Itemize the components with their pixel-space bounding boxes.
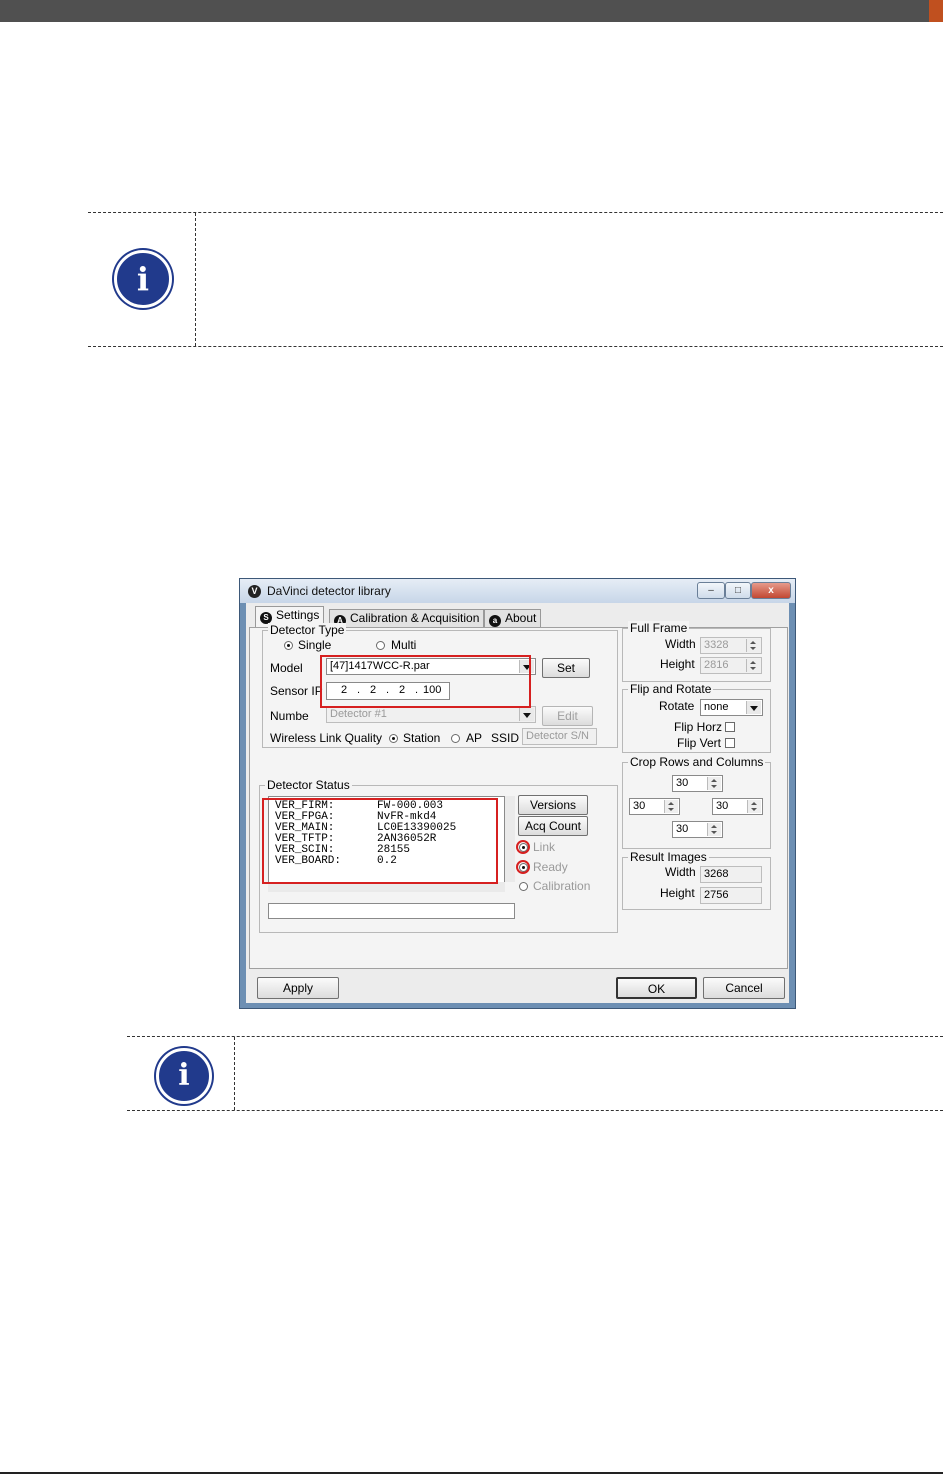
flip-vert-checkbox[interactable] bbox=[725, 738, 735, 748]
dropdown-arrow-icon bbox=[519, 708, 534, 721]
page-header-bar bbox=[0, 0, 943, 22]
result-width-input: 3268 bbox=[700, 866, 762, 883]
tab-about[interactable]: a About bbox=[484, 609, 542, 627]
wireless-link-quality-label: Wireless Link Quality bbox=[270, 731, 383, 745]
info-icon: i bbox=[114, 250, 172, 308]
tab-label: Calibration & Acquisition bbox=[350, 611, 480, 625]
crop-right-input[interactable]: 30 bbox=[712, 798, 763, 815]
spinner-icon bbox=[707, 823, 721, 836]
page-footer-line bbox=[0, 1472, 943, 1474]
app-logo-icon: V bbox=[248, 585, 261, 598]
multi-label: Multi bbox=[391, 638, 417, 652]
flip-rotate-group: Flip and Rotate Rotate none Flip Horz Fl… bbox=[622, 682, 771, 753]
tab-label: Settings bbox=[276, 608, 320, 622]
info-icon: i bbox=[156, 1048, 212, 1104]
detector-status-group: Detector Status VER_FIRM: FW-000.003 VER_… bbox=[259, 778, 618, 933]
highlight-box-model-ip bbox=[320, 655, 531, 708]
result-height-label: Height bbox=[660, 886, 695, 900]
number-dropdown[interactable]: Detector #1 bbox=[326, 706, 536, 723]
title-bar: V DaVinci detector library – □ x bbox=[240, 579, 795, 603]
spinner-icon bbox=[707, 777, 721, 790]
calibration-indicator bbox=[519, 882, 528, 891]
maximize-button[interactable]: □ bbox=[725, 582, 751, 599]
crop-top-input[interactable]: 30 bbox=[672, 775, 723, 792]
link-label: Link bbox=[533, 840, 556, 854]
group-title: Full Frame bbox=[628, 621, 690, 635]
station-label: Station bbox=[403, 731, 441, 745]
note-box-top: i bbox=[88, 212, 943, 347]
group-title: Flip and Rotate bbox=[628, 682, 714, 696]
spinner-icon bbox=[747, 800, 761, 813]
settings-panel: Detector Type Single Multi Model [47]141… bbox=[249, 621, 788, 969]
result-width-label: Width bbox=[665, 865, 696, 879]
minimize-button[interactable]: – bbox=[697, 582, 725, 599]
station-radio[interactable] bbox=[389, 734, 398, 743]
set-button[interactable]: Set bbox=[542, 658, 590, 678]
number-value: Detector #1 bbox=[330, 708, 387, 720]
edit-button[interactable]: Edit bbox=[542, 706, 593, 726]
header-accent bbox=[929, 0, 943, 22]
ok-button[interactable]: OK bbox=[616, 977, 697, 999]
crop-bottom-input[interactable]: 30 bbox=[672, 821, 723, 838]
spinner-icon bbox=[664, 800, 678, 813]
versions-button[interactable]: Versions bbox=[518, 795, 588, 815]
ap-label: AP bbox=[466, 731, 483, 745]
apply-button[interactable]: Apply bbox=[257, 977, 339, 999]
acq-count-button[interactable]: Acq Count bbox=[518, 816, 588, 836]
number-label: Numbe bbox=[270, 709, 309, 723]
note-box-bottom: i bbox=[127, 1036, 943, 1111]
multi-radio[interactable] bbox=[376, 641, 385, 650]
group-title: Result Images bbox=[628, 850, 709, 864]
ready-label: Ready bbox=[533, 860, 568, 874]
highlight-box-status bbox=[262, 798, 498, 884]
about-tab-icon: a bbox=[489, 615, 501, 627]
rotate-dropdown[interactable]: none bbox=[700, 699, 763, 716]
group-title: Detector Status bbox=[265, 778, 352, 792]
note-divider bbox=[234, 1037, 235, 1110]
sensor-ip-label: Sensor IP bbox=[270, 684, 323, 698]
result-height-input: 2756 bbox=[700, 887, 762, 904]
progress-bar bbox=[268, 903, 515, 919]
full-frame-width-input[interactable]: 3328 bbox=[700, 637, 762, 654]
group-title: Crop Rows and Columns bbox=[628, 755, 766, 769]
crop-group: Crop Rows and Columns 30 30 30 30 bbox=[622, 755, 771, 849]
window-title: DaVinci detector library bbox=[267, 584, 391, 598]
full-frame-group: Full Frame Width 3328 Height 2816 bbox=[622, 621, 771, 682]
flip-horz-checkbox[interactable] bbox=[725, 722, 735, 732]
single-label: Single bbox=[298, 638, 332, 652]
tab-label: About bbox=[505, 611, 537, 625]
calibration-label: Calibration bbox=[533, 879, 591, 893]
vertical-scrollbar[interactable] bbox=[505, 796, 515, 882]
full-frame-height-label: Height bbox=[660, 657, 695, 671]
ap-radio[interactable] bbox=[451, 734, 460, 743]
detector-type-group: Detector Type Single Multi Model [47]141… bbox=[262, 623, 618, 748]
note-divider bbox=[195, 213, 196, 346]
crop-left-input[interactable]: 30 bbox=[629, 798, 680, 815]
group-title: Detector Type bbox=[268, 623, 347, 637]
cancel-button[interactable]: Cancel bbox=[703, 977, 785, 999]
highlight-circle-link bbox=[516, 840, 530, 854]
highlight-circle-ready bbox=[516, 860, 530, 874]
davinci-dialog-window: V DaVinci detector library – □ x S Settin… bbox=[239, 578, 796, 1009]
dropdown-arrow-icon bbox=[746, 701, 761, 714]
tab-calibration-acquisition[interactable]: A Calibration & Acquisition bbox=[329, 609, 485, 627]
flip-horz-label: Flip Horz bbox=[674, 720, 723, 734]
dialog-client-area: S Settings A Calibration & Acquisition a Ab… bbox=[246, 603, 789, 1003]
ssid-input[interactable]: Detector S/N bbox=[522, 728, 597, 745]
flip-vert-label: Flip Vert bbox=[677, 736, 722, 750]
model-label: Model bbox=[270, 661, 303, 675]
full-frame-width-label: Width bbox=[665, 637, 696, 651]
single-radio[interactable] bbox=[284, 641, 293, 650]
full-frame-height-input[interactable]: 2816 bbox=[700, 657, 762, 674]
spinner-icon bbox=[746, 639, 760, 652]
result-images-group: Result Images Width 3268 Height 2756 bbox=[622, 850, 771, 910]
rotate-label: Rotate bbox=[659, 699, 695, 713]
ssid-label: SSID bbox=[491, 731, 520, 745]
close-button[interactable]: x bbox=[751, 582, 791, 599]
spinner-icon bbox=[746, 659, 760, 672]
